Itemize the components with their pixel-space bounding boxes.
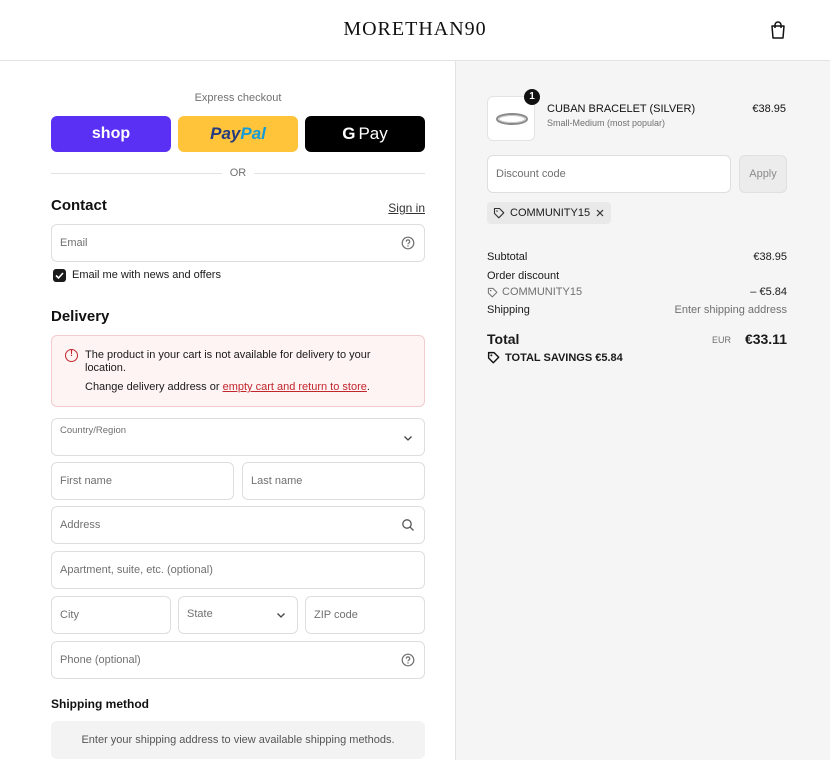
quantity-badge: 1 bbox=[524, 89, 540, 105]
alert-suffix: . bbox=[366, 381, 370, 393]
express-checkout-label: Express checkout bbox=[194, 92, 282, 104]
order-discount-label: Order discount bbox=[487, 270, 560, 282]
shipping-label: Shipping bbox=[487, 304, 530, 316]
address-field[interactable]: Address bbox=[51, 506, 425, 544]
header: MORETHAN90 bbox=[0, 0, 830, 61]
paypal-label-a: Pay bbox=[210, 124, 241, 143]
delivery-title: Delivery bbox=[51, 308, 110, 325]
bag-icon[interactable] bbox=[769, 20, 787, 40]
shop-pay-label: shop bbox=[91, 125, 131, 142]
google-pay-label: Pay bbox=[358, 124, 388, 143]
country-label: Country/Region bbox=[60, 425, 127, 436]
first-name-field[interactable]: First name bbox=[51, 462, 234, 500]
empty-cart-link[interactable]: empty cart and return to store bbox=[223, 381, 367, 393]
shipping-row: Shipping Enter shipping address bbox=[487, 304, 787, 316]
shipping-method-title: Shipping method bbox=[51, 697, 149, 711]
last-name-placeholder: Last name bbox=[251, 475, 303, 487]
close-icon[interactable] bbox=[595, 208, 605, 218]
subtotal-label: Subtotal bbox=[487, 251, 528, 263]
last-name-field[interactable]: Last name bbox=[242, 462, 425, 500]
zip-field[interactable]: ZIP code bbox=[305, 596, 425, 634]
checkout-form: Express checkout shop Pay Pal G Pay OR Co… bbox=[0, 61, 455, 760]
apartment-field[interactable]: Apartment, suite, etc. (optional) bbox=[51, 551, 425, 589]
product-name: CUBAN BRACELET (SILVER) bbox=[547, 103, 696, 115]
shop-pay-button[interactable]: shop bbox=[51, 116, 171, 152]
chevron-down-icon bbox=[404, 436, 412, 441]
newsletter-label: Email me with news and offers bbox=[72, 269, 221, 281]
tag-icon bbox=[487, 287, 498, 297]
email-placeholder: Email bbox=[60, 237, 88, 249]
address-placeholder: Address bbox=[60, 519, 101, 531]
paypal-button[interactable]: Pay Pal bbox=[178, 116, 298, 152]
newsletter-checkbox[interactable] bbox=[53, 269, 66, 282]
apply-button[interactable]: Apply bbox=[739, 155, 787, 193]
google-g-icon: G bbox=[342, 124, 356, 143]
order-summary: 1 CUBAN BRACELET (SILVER) Small-Medium (… bbox=[455, 61, 830, 760]
total-row: Total EUR €33.11 bbox=[487, 331, 787, 347]
tag-icon bbox=[493, 207, 505, 219]
delivery-alert: The product in your cart is not availabl… bbox=[51, 335, 425, 407]
error-icon bbox=[65, 348, 78, 362]
check-icon bbox=[55, 272, 64, 280]
discount-code-cell: COMMUNITY15 bbox=[487, 286, 582, 298]
email-field[interactable]: Email bbox=[51, 224, 425, 262]
savings-label: TOTAL SAVINGS €5.84 bbox=[505, 351, 623, 364]
order-discount-row: Order discount bbox=[487, 270, 787, 282]
alert-action: Change delivery address or empty cart an… bbox=[85, 381, 370, 393]
brand-logo[interactable]: MORETHAN90 bbox=[0, 18, 830, 41]
product-price: €38.95 bbox=[752, 103, 786, 115]
discount-code-label: COMMUNITY15 bbox=[502, 286, 583, 298]
help-icon[interactable] bbox=[401, 653, 415, 667]
or-label: OR bbox=[222, 167, 254, 179]
shipping-value: Enter shipping address bbox=[674, 304, 787, 316]
apartment-placeholder: Apartment, suite, etc. (optional) bbox=[60, 564, 213, 576]
currency-code: EUR bbox=[711, 335, 731, 345]
shipping-method-message: Enter your shipping address to view avai… bbox=[51, 721, 425, 759]
total-value: €33.11 bbox=[744, 331, 787, 347]
zip-placeholder: ZIP code bbox=[314, 609, 358, 621]
product-variant: Small-Medium (most popular) bbox=[547, 118, 666, 128]
first-name-placeholder: First name bbox=[60, 475, 112, 487]
tag-icon bbox=[487, 351, 500, 364]
phone-field[interactable]: Phone (optional) bbox=[51, 641, 425, 679]
city-placeholder: City bbox=[60, 609, 79, 621]
applied-code: COMMUNITY15 bbox=[510, 207, 591, 219]
phone-placeholder: Phone (optional) bbox=[60, 654, 141, 666]
discount-code-row: COMMUNITY15 – €5.84 bbox=[487, 286, 787, 301]
help-icon[interactable] bbox=[401, 236, 415, 250]
total-label: Total bbox=[487, 331, 520, 347]
applied-discount-tag: COMMUNITY15 bbox=[487, 202, 612, 224]
state-placeholder: State bbox=[187, 608, 213, 620]
discount-value: – €5.84 bbox=[750, 286, 787, 298]
paypal-label-b: Pal bbox=[240, 124, 266, 143]
contact-title: Contact bbox=[51, 197, 107, 214]
search-icon bbox=[402, 519, 414, 531]
discount-code-input[interactable]: Discount code bbox=[487, 155, 731, 193]
city-field[interactable]: City bbox=[51, 596, 171, 634]
alert-prefix: Change delivery address or bbox=[85, 381, 223, 393]
google-pay-button[interactable]: G Pay bbox=[305, 116, 425, 152]
sign-in-link[interactable]: Sign in bbox=[388, 201, 425, 215]
discount-placeholder: Discount code bbox=[496, 168, 566, 180]
chevron-down-icon bbox=[277, 613, 285, 618]
country-select[interactable]: Country/Region bbox=[51, 418, 425, 456]
total-savings: TOTAL SAVINGS €5.84 bbox=[487, 351, 623, 364]
subtotal-row: Subtotal €38.95 bbox=[487, 251, 787, 263]
alert-message: The product in your cart is not availabl… bbox=[85, 349, 371, 374]
state-select[interactable]: State bbox=[178, 596, 298, 634]
subtotal-value: €38.95 bbox=[753, 251, 787, 263]
